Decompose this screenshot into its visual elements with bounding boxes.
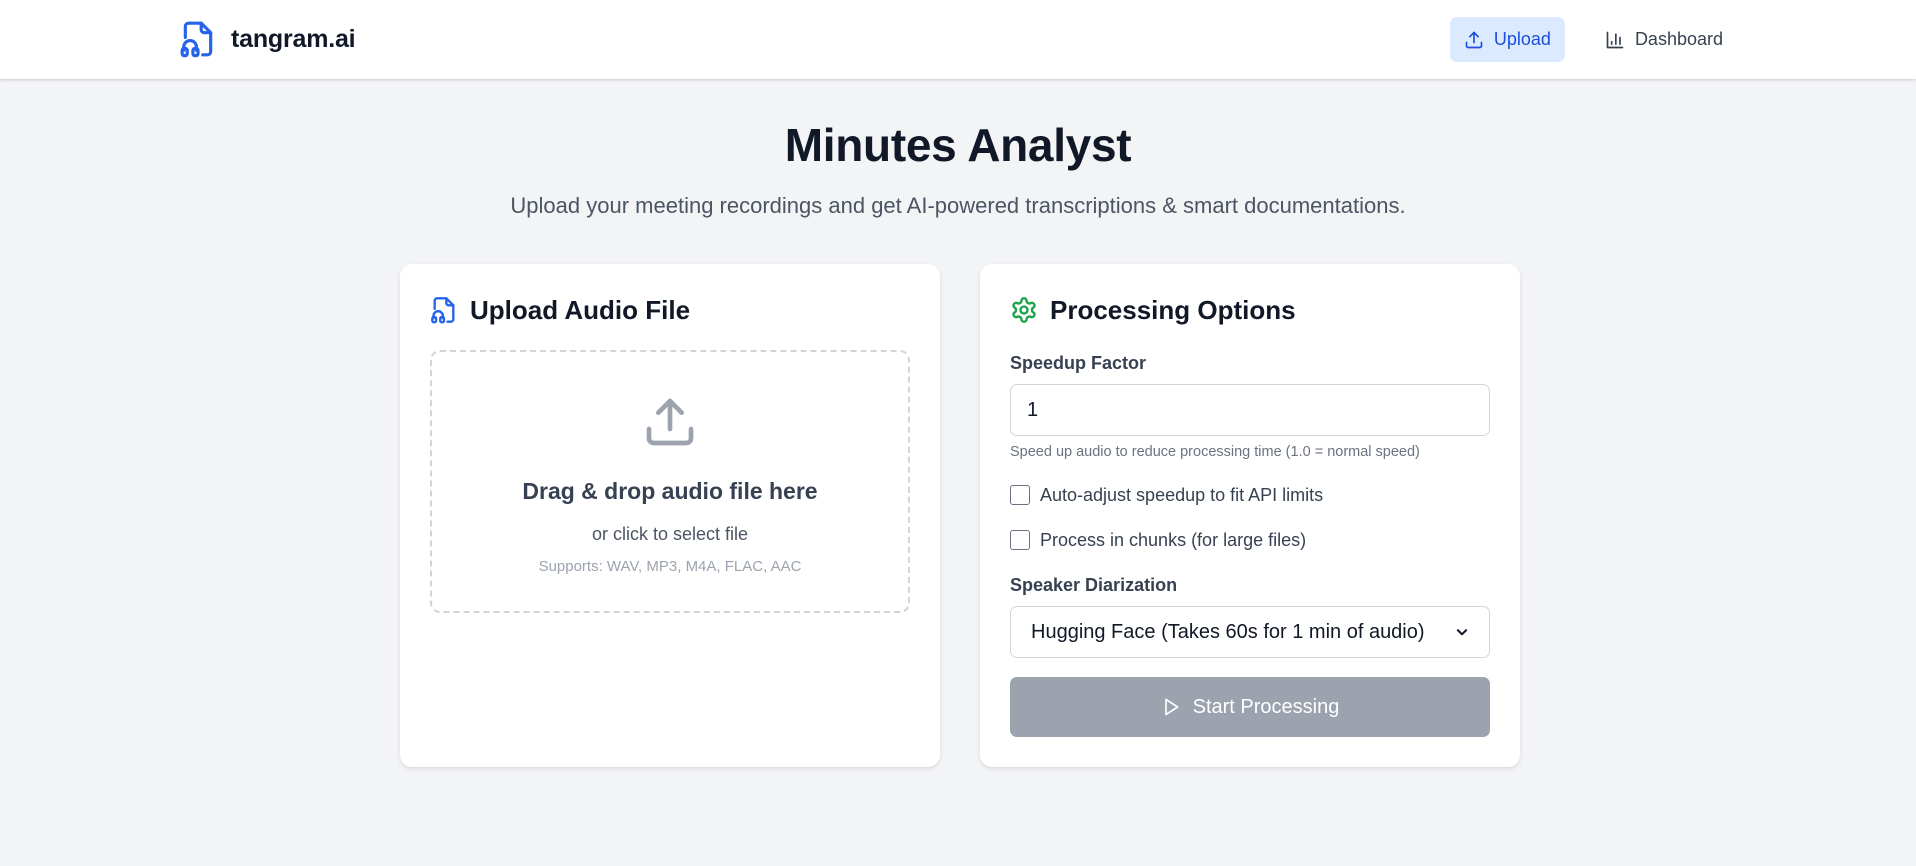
speedup-label: Speedup Factor xyxy=(1010,353,1147,373)
upload-card-title: Upload Audio File xyxy=(470,294,691,325)
options-card-title: Processing Options xyxy=(1050,294,1296,325)
nav-dashboard-button[interactable]: Dashboard xyxy=(1591,17,1737,62)
play-icon xyxy=(1164,698,1179,716)
upload-icon xyxy=(1465,31,1483,48)
auto-adjust-option[interactable]: Auto-adjust speedup to fit API limits xyxy=(1010,483,1323,507)
upload-icon xyxy=(646,398,694,446)
main-nav: Upload Dashboard xyxy=(1449,17,1737,62)
chunks-checkbox[interactable] xyxy=(1010,530,1030,550)
start-processing-label: Start Processing xyxy=(1192,695,1340,718)
auto-adjust-checkbox[interactable] xyxy=(1010,485,1030,505)
nav-upload-label: Upload xyxy=(1493,29,1551,49)
diarization-select[interactable]: Hugging Face (Takes 60s for 1 min of aud… xyxy=(1010,606,1490,658)
bar-chart-icon xyxy=(1606,31,1624,48)
diarization-selected-value: Hugging Face (Takes 60s for 1 min of aud… xyxy=(1031,620,1425,643)
nav-upload-button[interactable]: Upload xyxy=(1449,17,1565,62)
upload-card: Upload Audio File Drag & drop audio file… xyxy=(400,264,940,767)
options-card-header: Processing Options xyxy=(1010,294,1296,326)
top-navbar: tangram.ai Upload Dashboard xyxy=(0,0,1916,79)
chunks-option[interactable]: Process in chunks (for large files) xyxy=(1010,528,1306,552)
audio-dropzone[interactable]: Drag & drop audio file here or click to … xyxy=(430,350,910,613)
diarization-label: Speaker Diarization xyxy=(1010,575,1178,595)
audio-file-icon xyxy=(180,21,213,58)
chevron-down-icon xyxy=(1456,629,1468,636)
upload-card-header: Upload Audio File xyxy=(430,294,690,326)
speedup-hint: Speed up audio to reduce processing time… xyxy=(1010,444,1420,460)
processing-options-card: Processing Options Speedup Factor Speed … xyxy=(980,264,1520,767)
gear-icon xyxy=(1012,297,1036,323)
dropzone-formats: Supports: WAV, MP3, M4A, FLAC, AAC xyxy=(538,558,802,575)
dropzone-subtitle: or click to select file xyxy=(591,524,749,544)
nav-dashboard-label: Dashboard xyxy=(1634,29,1723,49)
page-title: Minutes Analyst xyxy=(784,119,1132,171)
dropzone-title: Drag & drop audio file here xyxy=(522,478,818,504)
brand[interactable]: tangram.ai xyxy=(179,19,356,59)
page-subtitle: Upload your meeting recordings and get A… xyxy=(510,193,1406,218)
audio-file-icon xyxy=(431,297,455,324)
auto-adjust-label: Auto-adjust speedup to fit API limits xyxy=(1040,484,1324,505)
chunks-label: Process in chunks (for large files) xyxy=(1040,529,1307,550)
start-processing-button[interactable]: Start Processing xyxy=(1010,677,1490,737)
speedup-input[interactable] xyxy=(1010,384,1490,436)
brand-name: tangram.ai xyxy=(231,24,356,53)
